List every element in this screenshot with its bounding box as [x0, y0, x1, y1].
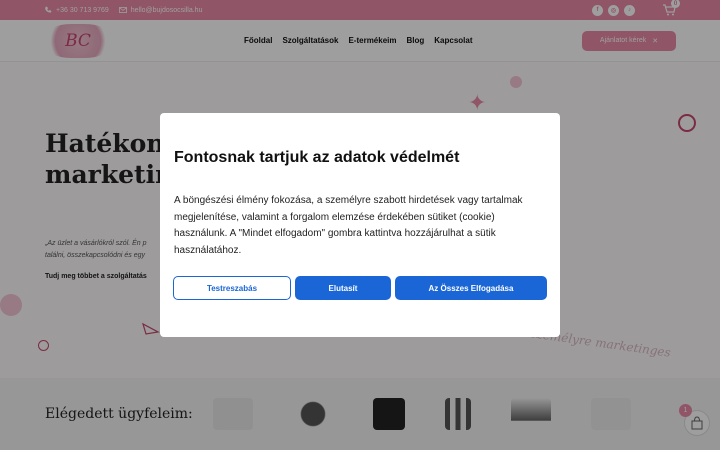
reject-button[interactable]: Elutasít: [295, 276, 391, 300]
cookie-dialog-title: Fontosnak tartjuk az adatok védelmét: [174, 149, 460, 166]
customize-button[interactable]: Testreszabás: [173, 276, 291, 300]
cookie-dialog-body: A böngészési élmény fokozása, a személyr…: [174, 195, 523, 256]
cookie-dialog-actions: Testreszabás Elutasít Az Összes Elfogadá…: [173, 276, 547, 300]
accept-all-button[interactable]: Az Összes Elfogadása: [395, 276, 547, 300]
cookie-consent-dialog: Fontosnak tartjuk az adatok védelmét A b…: [160, 113, 560, 337]
